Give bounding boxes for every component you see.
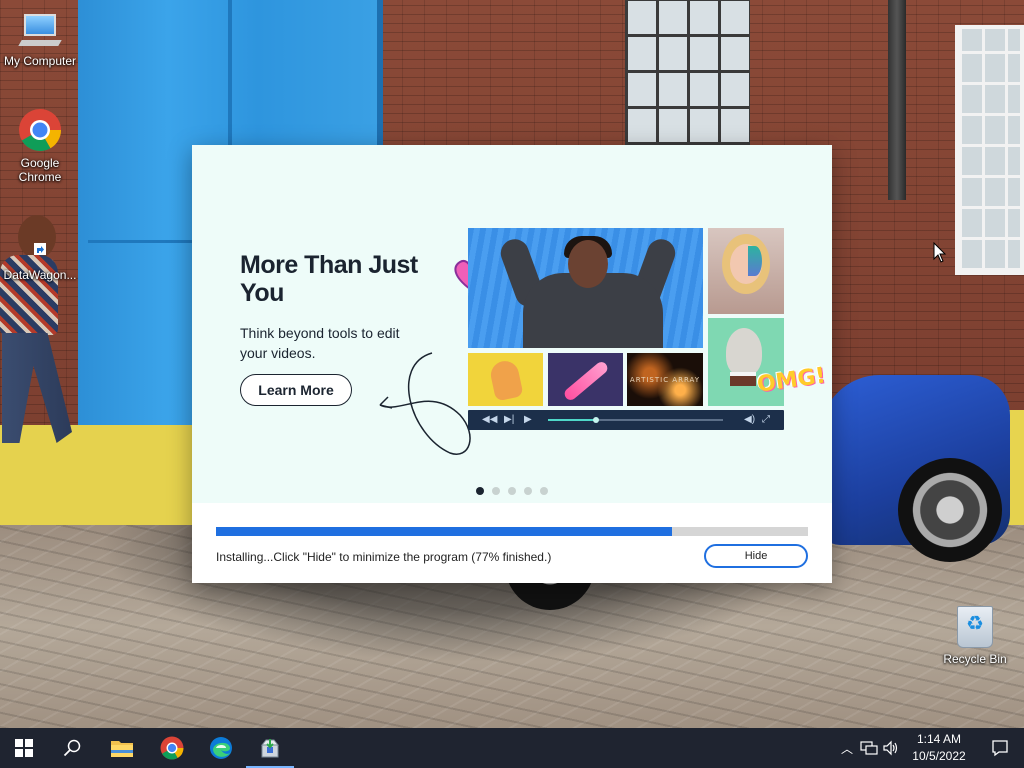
- decorative-arrow-icon: [379, 352, 471, 455]
- windows-start-icon: [15, 739, 33, 757]
- video-collage: ARTISTIC ARRAY ◀◀ ▶| ▶ ◀) ⤢: [468, 228, 808, 433]
- chrome-icon: [19, 109, 62, 152]
- play-icon: ▶: [524, 414, 532, 425]
- action-center-button[interactable]: [976, 728, 1024, 768]
- install-progress-fill: [216, 527, 672, 536]
- selfie-tile: [708, 228, 784, 314]
- file-explorer-icon: [111, 741, 133, 757]
- computer-icon: [18, 10, 62, 50]
- clock-time: 1:14 AM: [916, 732, 962, 746]
- carousel-dot[interactable]: [476, 487, 484, 495]
- video-player-controls: ◀◀ ▶| ▶ ◀) ⤢: [468, 410, 784, 430]
- desktop-icon-label: Google Chrome: [18, 156, 62, 184]
- taskbar-file-explorer[interactable]: [98, 728, 146, 768]
- carousel-indicator: [476, 487, 548, 495]
- install-progress-bar: [216, 527, 808, 536]
- taskbar: ︿ 1:14 AM 10/5/2022: [0, 728, 1024, 768]
- car-wheel: [898, 458, 1002, 562]
- chrome-icon: [160, 736, 184, 760]
- shortcut-arrow-icon: [34, 243, 46, 255]
- taskbar-edge[interactable]: [197, 728, 245, 768]
- desktop-icon-my-computer[interactable]: My Computer: [0, 10, 80, 68]
- taskbar-chrome[interactable]: [148, 728, 196, 768]
- install-status-text: Installing...Click "Hide" to minimize th…: [216, 550, 552, 564]
- hide-button[interactable]: Hide: [704, 544, 808, 568]
- rocket-tile: [548, 353, 623, 406]
- timeline-handle: [593, 417, 599, 423]
- edge-icon: [210, 737, 232, 759]
- fullscreen-icon: ⤢: [762, 414, 770, 425]
- start-button[interactable]: [0, 728, 48, 768]
- install-footer: [192, 503, 832, 583]
- carousel-dot[interactable]: [524, 487, 532, 495]
- desktop-icon-recycle-bin[interactable]: ♻ Recycle Bin: [935, 606, 1015, 666]
- volume-icon[interactable]: [882, 740, 900, 756]
- desktop-icon-google-chrome[interactable]: Google Chrome: [0, 108, 80, 184]
- drain-pipe: [888, 0, 906, 200]
- building-window: [955, 25, 1024, 275]
- timeline-progress: [548, 419, 595, 421]
- hand-tile: [468, 353, 543, 406]
- taskbar-clock[interactable]: 1:14 AM 10/5/2022: [908, 731, 970, 765]
- dancing-person-tile: [468, 228, 703, 348]
- step-icon: ▶|: [504, 414, 515, 425]
- installer-app-icon: [260, 739, 280, 758]
- desktop-icon-datawagon[interactable]: DataWagon...: [0, 224, 80, 282]
- carousel-dot[interactable]: [540, 487, 548, 495]
- search-icon: [63, 739, 81, 757]
- desktop-icon-label: Recycle Bin: [943, 652, 1007, 666]
- clock-date: 10/5/2022: [912, 749, 966, 763]
- show-hidden-icons-chevron-icon[interactable]: ︿: [838, 740, 856, 757]
- mouse-cursor-icon: [933, 242, 947, 263]
- taskbar-installer-app[interactable]: [246, 728, 294, 768]
- search-button[interactable]: [48, 728, 96, 768]
- desktop-icon-label: My Computer: [3, 54, 77, 68]
- building-window: [625, 0, 750, 145]
- volume-icon: ◀): [744, 414, 756, 425]
- installer-window: More Than Just You Think beyond tools to…: [192, 145, 832, 583]
- learn-more-button[interactable]: Learn More: [240, 374, 352, 406]
- network-icon[interactable]: [860, 740, 878, 756]
- notification-icon: [992, 740, 1008, 757]
- system-tray: ︿: [838, 728, 900, 768]
- recycle-bin-icon: ♻: [957, 606, 993, 648]
- rewind-icon: ◀◀: [482, 414, 498, 425]
- artistic-text-tile: ARTISTIC ARRAY: [627, 353, 703, 406]
- desktop-icon-label: DataWagon...: [3, 268, 77, 282]
- carousel-dot[interactable]: [508, 487, 516, 495]
- carousel-dot[interactable]: [492, 487, 500, 495]
- promo-headline: More Than Just You: [240, 251, 418, 307]
- promo-banner: More Than Just You Think beyond tools to…: [192, 145, 832, 503]
